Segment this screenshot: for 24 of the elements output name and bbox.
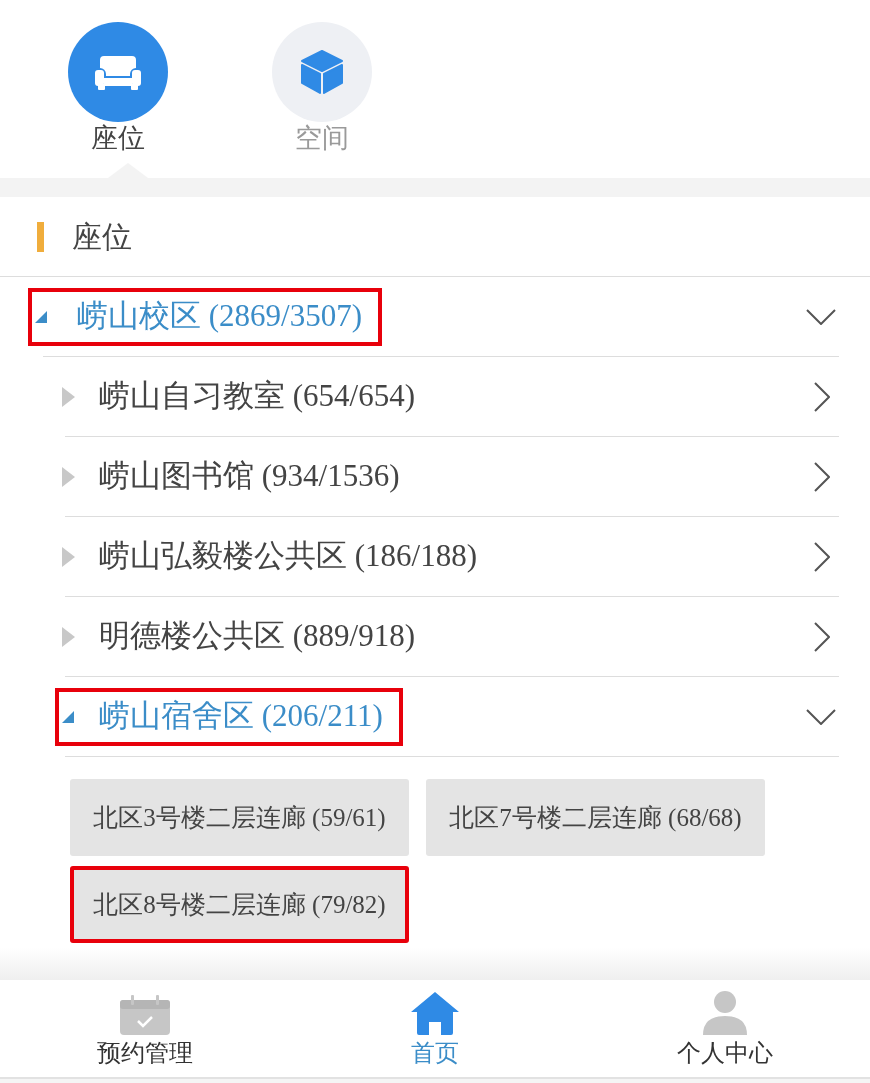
person-icon (700, 991, 750, 1035)
chevron-right-icon[interactable] (814, 621, 830, 652)
chevron-right-icon[interactable] (814, 541, 830, 572)
area-chip[interactable]: 北区7号楼二层连廊 (68/68) (426, 779, 765, 856)
area-label[interactable]: 崂山弘毅楼公共区 (186/188) (99, 533, 477, 580)
calendar-icon (120, 995, 170, 1035)
campus-label[interactable]: 崂山校区 (2869/3507) (77, 293, 362, 340)
area-label[interactable]: 崂山自习教室 (654/654) (99, 373, 415, 420)
nav-tab[interactable]: 首页 (290, 980, 580, 1077)
home-icon (410, 991, 460, 1035)
chevron-right-icon[interactable] (814, 461, 830, 492)
section-marker (37, 221, 44, 252)
area-label[interactable]: 崂山宿舍区 (206/211) (99, 693, 383, 740)
area-chip[interactable]: 北区8号楼二层连廊 (79/82) (70, 866, 409, 943)
mode-tab[interactable]: 座位 (68, 22, 168, 154)
area-label[interactable]: 崂山图书馆 (934/1536) (99, 453, 400, 500)
nav-tab[interactable]: 个人中心 (580, 980, 870, 1077)
section-title: 座位 (72, 219, 132, 255)
area-chip[interactable]: 北区3号楼二层连廊 (59/61) (70, 779, 409, 856)
area-label[interactable]: 明德楼公共区 (889/918) (99, 613, 415, 660)
chevron-right-icon[interactable] (814, 381, 830, 412)
nav-tab[interactable]: 预约管理 (0, 980, 290, 1077)
chevron-down-icon[interactable] (806, 308, 836, 325)
chevron-down-icon[interactable] (806, 708, 836, 725)
